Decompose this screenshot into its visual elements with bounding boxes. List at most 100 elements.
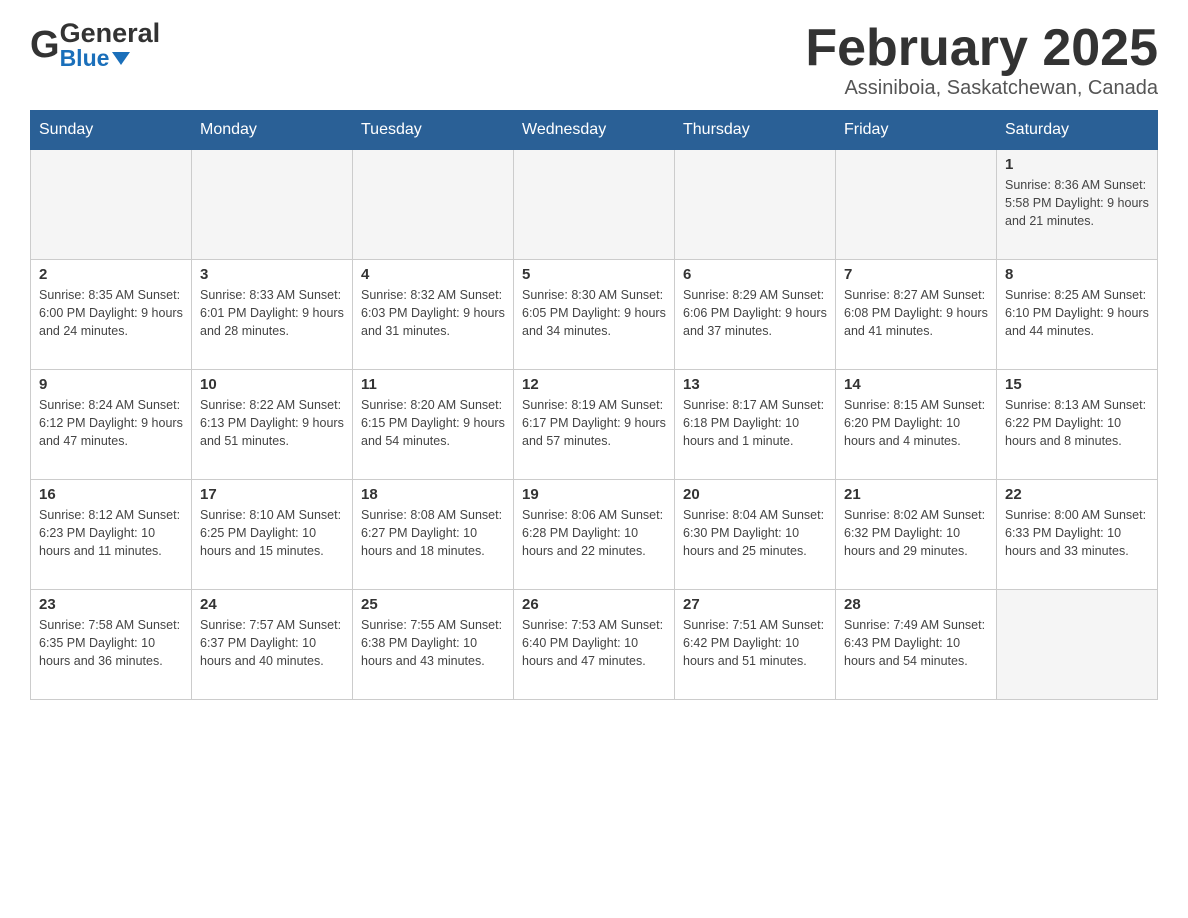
day-number: 6 — [683, 266, 827, 283]
calendar-cell: 22 Sunrise: 8:00 AM Sunset: 6:33 PM Dayli… — [997, 480, 1158, 590]
day-info: Sunrise: 7:51 AM Sunset: 6:42 PM Dayligh… — [683, 616, 827, 670]
calendar-cell: 21 Sunrise: 8:02 AM Sunset: 6:32 PM Dayli… — [836, 480, 997, 590]
day-number: 9 — [39, 376, 183, 393]
day-number: 25 — [361, 596, 505, 613]
calendar-cell — [353, 150, 514, 260]
day-info: Sunrise: 8:06 AM Sunset: 6:28 PM Dayligh… — [522, 506, 666, 560]
day-number: 13 — [683, 376, 827, 393]
day-number: 3 — [200, 266, 344, 283]
day-number: 27 — [683, 596, 827, 613]
calendar-cell: 26 Sunrise: 7:53 AM Sunset: 6:40 PM Dayli… — [514, 590, 675, 700]
page-header: G General Blue February 2025 Assiniboia,… — [30, 20, 1158, 100]
calendar-header-row: SundayMondayTuesdayWednesdayThursdayFrid… — [31, 111, 1158, 150]
day-number: 5 — [522, 266, 666, 283]
day-number: 11 — [361, 376, 505, 393]
day-number: 12 — [522, 376, 666, 393]
day-info: Sunrise: 8:12 AM Sunset: 6:23 PM Dayligh… — [39, 506, 183, 560]
day-info: Sunrise: 8:00 AM Sunset: 6:33 PM Dayligh… — [1005, 506, 1149, 560]
calendar-week-row: 9Sunrise: 8:24 AM Sunset: 6:12 PM Daylig… — [31, 370, 1158, 480]
day-info: Sunrise: 8:20 AM Sunset: 6:15 PM Dayligh… — [361, 396, 505, 450]
calendar-cell: 23 Sunrise: 7:58 AM Sunset: 6:35 PM Dayli… — [31, 590, 192, 700]
page-subtitle: Assiniboia, Saskatchewan, Canada — [805, 77, 1158, 100]
day-info: Sunrise: 7:57 AM Sunset: 6:37 PM Dayligh… — [200, 616, 344, 670]
title-block: February 2025 Assiniboia, Saskatchewan, … — [805, 20, 1158, 100]
calendar-cell: 24 Sunrise: 7:57 AM Sunset: 6:37 PM Dayli… — [192, 590, 353, 700]
calendar-header-tuesday: Tuesday — [353, 111, 514, 150]
calendar-cell: 3Sunrise: 8:33 AM Sunset: 6:01 PM Daylig… — [192, 260, 353, 370]
calendar-week-row: 2 Sunrise: 8:35 AM Sunset: 6:00 PM Daylig… — [31, 260, 1158, 370]
calendar-cell: 27 Sunrise: 7:51 AM Sunset: 6:42 PM Dayli… — [675, 590, 836, 700]
calendar-week-row: 23 Sunrise: 7:58 AM Sunset: 6:35 PM Dayli… — [31, 590, 1158, 700]
calendar-header-wednesday: Wednesday — [514, 111, 675, 150]
calendar-header-saturday: Saturday — [997, 111, 1158, 150]
calendar-cell: 20 Sunrise: 8:04 AM Sunset: 6:30 PM Dayli… — [675, 480, 836, 590]
calendar-header-friday: Friday — [836, 111, 997, 150]
day-info: Sunrise: 8:30 AM Sunset: 6:05 PM Dayligh… — [522, 286, 666, 340]
day-info: Sunrise: 8:32 AM Sunset: 6:03 PM Dayligh… — [361, 286, 505, 340]
calendar-cell: 2 Sunrise: 8:35 AM Sunset: 6:00 PM Daylig… — [31, 260, 192, 370]
day-number: 15 — [1005, 376, 1149, 393]
day-number: 1 — [1005, 156, 1149, 173]
calendar-cell: 8 Sunrise: 8:25 AM Sunset: 6:10 PM Daylig… — [997, 260, 1158, 370]
day-info: Sunrise: 8:17 AM Sunset: 6:18 PM Dayligh… — [683, 396, 827, 450]
day-number: 17 — [200, 486, 344, 503]
day-info: Sunrise: 7:53 AM Sunset: 6:40 PM Dayligh… — [522, 616, 666, 670]
day-info: Sunrise: 8:25 AM Sunset: 6:10 PM Dayligh… — [1005, 286, 1149, 340]
day-number: 21 — [844, 486, 988, 503]
day-number: 26 — [522, 596, 666, 613]
calendar-table: SundayMondayTuesdayWednesdayThursdayFrid… — [30, 110, 1158, 700]
day-number: 24 — [200, 596, 344, 613]
day-number: 20 — [683, 486, 827, 503]
day-number: 8 — [1005, 266, 1149, 283]
calendar-week-row: 1Sunrise: 8:36 AM Sunset: 5:58 PM Daylig… — [31, 150, 1158, 260]
day-number: 14 — [844, 376, 988, 393]
calendar-cell: 4Sunrise: 8:32 AM Sunset: 6:03 PM Daylig… — [353, 260, 514, 370]
calendar-cell: 25 Sunrise: 7:55 AM Sunset: 6:38 PM Dayli… — [353, 590, 514, 700]
day-number: 22 — [1005, 486, 1149, 503]
calendar-cell: 6 Sunrise: 8:29 AM Sunset: 6:06 PM Daylig… — [675, 260, 836, 370]
logo-blue: Blue — [60, 47, 110, 70]
logo-general: General — [60, 20, 161, 47]
day-info: Sunrise: 8:35 AM Sunset: 6:00 PM Dayligh… — [39, 286, 183, 340]
calendar-header-thursday: Thursday — [675, 111, 836, 150]
calendar-cell — [192, 150, 353, 260]
calendar-header-sunday: Sunday — [31, 111, 192, 150]
day-number: 2 — [39, 266, 183, 283]
calendar-cell: 15Sunrise: 8:13 AM Sunset: 6:22 PM Dayli… — [997, 370, 1158, 480]
page-title: February 2025 — [805, 20, 1158, 77]
calendar-cell: 7 Sunrise: 8:27 AM Sunset: 6:08 PM Daylig… — [836, 260, 997, 370]
day-info: Sunrise: 7:49 AM Sunset: 6:43 PM Dayligh… — [844, 616, 988, 670]
calendar-cell: 18Sunrise: 8:08 AM Sunset: 6:27 PM Dayli… — [353, 480, 514, 590]
calendar-cell: 11 Sunrise: 8:20 AM Sunset: 6:15 PM Dayli… — [353, 370, 514, 480]
day-info: Sunrise: 7:58 AM Sunset: 6:35 PM Dayligh… — [39, 616, 183, 670]
calendar-cell — [31, 150, 192, 260]
calendar-cell — [997, 590, 1158, 700]
calendar-cell: 19 Sunrise: 8:06 AM Sunset: 6:28 PM Dayli… — [514, 480, 675, 590]
day-info: Sunrise: 8:27 AM Sunset: 6:08 PM Dayligh… — [844, 286, 988, 340]
day-info: Sunrise: 8:04 AM Sunset: 6:30 PM Dayligh… — [683, 506, 827, 560]
calendar-cell: 1Sunrise: 8:36 AM Sunset: 5:58 PM Daylig… — [997, 150, 1158, 260]
day-number: 28 — [844, 596, 988, 613]
day-number: 16 — [39, 486, 183, 503]
day-info: Sunrise: 7:55 AM Sunset: 6:38 PM Dayligh… — [361, 616, 505, 670]
day-number: 10 — [200, 376, 344, 393]
day-number: 7 — [844, 266, 988, 283]
calendar-cell — [675, 150, 836, 260]
calendar-cell — [836, 150, 997, 260]
day-info: Sunrise: 8:08 AM Sunset: 6:27 PM Dayligh… — [361, 506, 505, 560]
day-info: Sunrise: 8:29 AM Sunset: 6:06 PM Dayligh… — [683, 286, 827, 340]
calendar-cell: 17Sunrise: 8:10 AM Sunset: 6:25 PM Dayli… — [192, 480, 353, 590]
calendar-header-monday: Monday — [192, 111, 353, 150]
calendar-cell: 9Sunrise: 8:24 AM Sunset: 6:12 PM Daylig… — [31, 370, 192, 480]
logo-g: G — [30, 26, 60, 64]
day-number: 23 — [39, 596, 183, 613]
calendar-cell: 13 Sunrise: 8:17 AM Sunset: 6:18 PM Dayli… — [675, 370, 836, 480]
day-info: Sunrise: 8:02 AM Sunset: 6:32 PM Dayligh… — [844, 506, 988, 560]
calendar-cell: 5 Sunrise: 8:30 AM Sunset: 6:05 PM Daylig… — [514, 260, 675, 370]
calendar-cell: 14 Sunrise: 8:15 AM Sunset: 6:20 PM Dayli… — [836, 370, 997, 480]
day-number: 19 — [522, 486, 666, 503]
day-info: Sunrise: 8:15 AM Sunset: 6:20 PM Dayligh… — [844, 396, 988, 450]
day-info: Sunrise: 8:19 AM Sunset: 6:17 PM Dayligh… — [522, 396, 666, 450]
calendar-cell: 12 Sunrise: 8:19 AM Sunset: 6:17 PM Dayli… — [514, 370, 675, 480]
calendar-week-row: 16 Sunrise: 8:12 AM Sunset: 6:23 PM Dayli… — [31, 480, 1158, 590]
